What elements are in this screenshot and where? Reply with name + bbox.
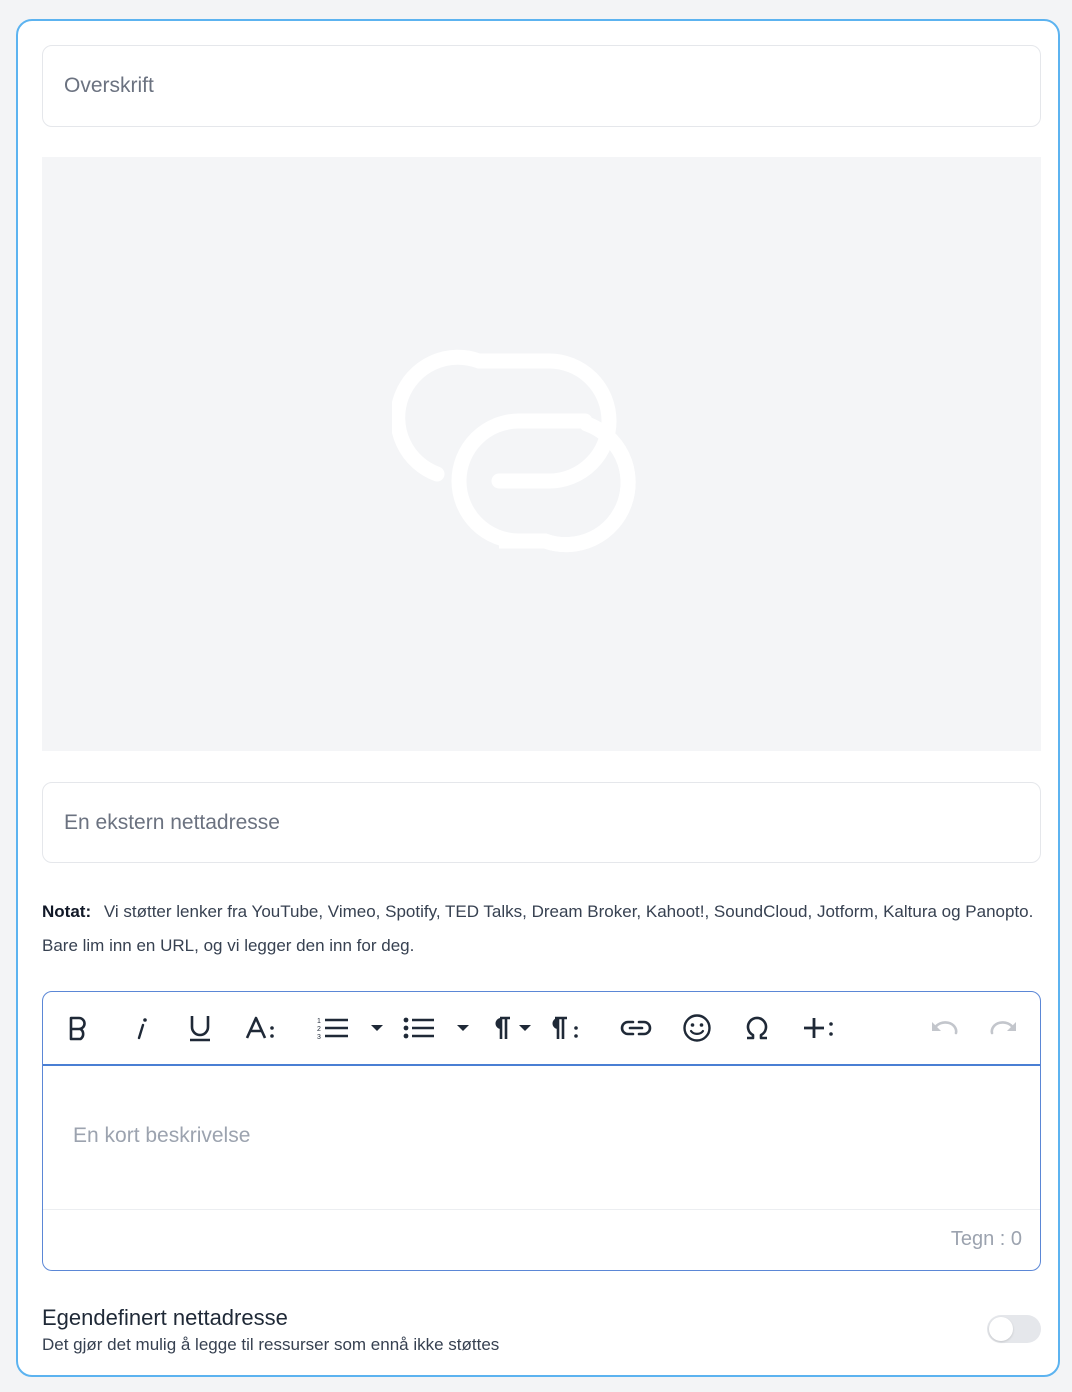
- title-field[interactable]: [42, 45, 1041, 127]
- paragraph-format-button[interactable]: [487, 1006, 533, 1050]
- smiley-icon: [683, 1014, 711, 1042]
- note-text: Vi støtter lenker fra YouTube, Vimeo, Sp…: [42, 902, 1034, 955]
- paragraph-icon: [495, 1016, 531, 1039]
- ordered-list-dropdown[interactable]: [367, 1006, 387, 1050]
- bullet-list-dropdown[interactable]: [453, 1006, 473, 1050]
- svg-text:1: 1: [317, 1018, 321, 1025]
- svg-text:2: 2: [317, 1026, 321, 1033]
- svg-text:3: 3: [317, 1034, 321, 1041]
- editor-toolbar: 1 2 3: [43, 992, 1040, 1066]
- description-editor: 1 2 3 En kort beskrivelse Tegn: 0: [42, 991, 1041, 1271]
- font-size-button[interactable]: [243, 1006, 279, 1050]
- plus-more-icon: [804, 1018, 833, 1038]
- bullet-list-icon: [403, 1017, 434, 1039]
- bold-icon: [69, 1016, 86, 1041]
- external-url-field[interactable]: [42, 782, 1041, 863]
- link-resource-card: Notat: Vi støtter lenker fra YouTube, Vi…: [16, 19, 1060, 1377]
- note-label: Notat:: [42, 902, 92, 921]
- paragraph-style-button[interactable]: [549, 1006, 585, 1050]
- custom-url-description: Det gjør det mulig å legge til ressurser…: [42, 1335, 500, 1354]
- ordered-list-button[interactable]: 1 2 3: [315, 1006, 351, 1050]
- underline-icon: [190, 1016, 210, 1042]
- undo-button[interactable]: [927, 1006, 961, 1050]
- description-textarea[interactable]: En kort beskrivelse: [43, 1066, 1040, 1210]
- character-counter: Tegn : 0: [950, 1228, 1022, 1250]
- bullet-list-button[interactable]: [401, 1006, 437, 1050]
- insert-link-button[interactable]: [618, 1006, 654, 1050]
- title-input[interactable]: [62, 73, 1040, 99]
- link-icon: [391, 349, 636, 553]
- caret-down-icon: [457, 1025, 469, 1031]
- link-icon: [620, 1020, 652, 1036]
- custom-url-toggle[interactable]: [987, 1315, 1041, 1343]
- external-url-input[interactable]: [62, 809, 1040, 836]
- bold-button[interactable]: [63, 1006, 93, 1050]
- undo-icon: [932, 1021, 958, 1035]
- more-options-button[interactable]: [799, 1006, 839, 1050]
- ordered-list-icon: 1 2 3: [317, 1018, 348, 1041]
- toggle-knob: [989, 1317, 1013, 1341]
- italic-button[interactable]: [127, 1006, 157, 1050]
- italic-icon: [137, 1018, 147, 1040]
- omega-icon: [746, 1016, 768, 1040]
- special-characters-button[interactable]: [739, 1006, 775, 1050]
- underline-button[interactable]: [185, 1006, 215, 1050]
- caret-down-icon: [371, 1025, 383, 1031]
- description-placeholder: En kort beskrivelse: [73, 1124, 251, 1147]
- link-preview-area: [42, 157, 1041, 751]
- font-size-icon: [245, 1016, 274, 1039]
- custom-url-title: Egendefinert nettadresse: [42, 1305, 288, 1330]
- redo-icon: [990, 1021, 1016, 1035]
- redo-button[interactable]: [987, 1006, 1021, 1050]
- emoticons-button[interactable]: [679, 1006, 715, 1050]
- supported-services-note: Notat: Vi støtter lenker fra YouTube, Vi…: [42, 895, 1042, 963]
- paragraph-style-icon: [552, 1016, 578, 1039]
